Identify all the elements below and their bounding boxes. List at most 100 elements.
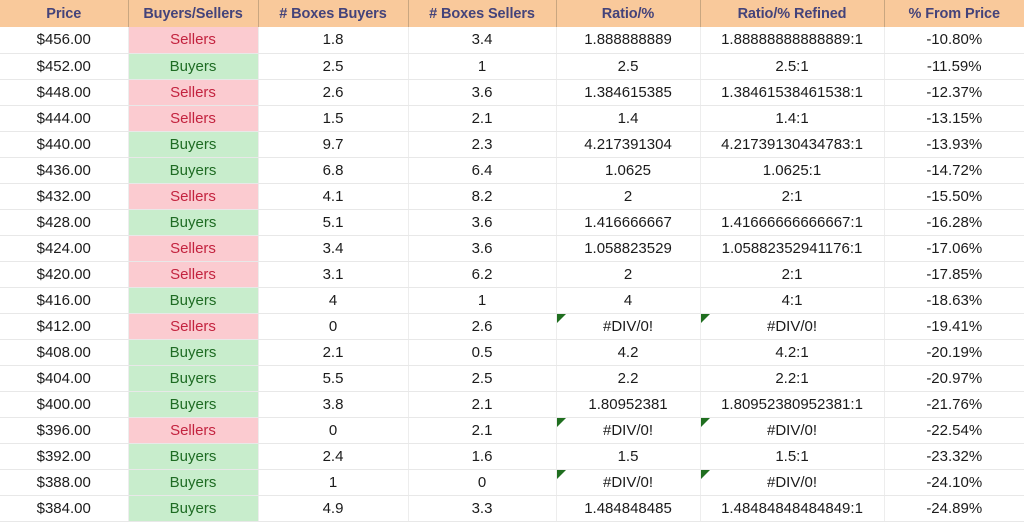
- cell-ratio[interactable]: 2: [556, 183, 701, 210]
- cell-boxes-buyers[interactable]: 5.1: [258, 209, 409, 236]
- cell-price[interactable]: $448.00: [0, 79, 129, 106]
- cell-ratio[interactable]: 2.2: [556, 365, 701, 392]
- cell-boxes-sellers[interactable]: 2.3: [408, 131, 557, 158]
- column-header-boxes-buyers[interactable]: # Boxes Buyers: [258, 0, 409, 27]
- cell-ratio[interactable]: 2.5: [556, 53, 701, 80]
- cell-percent-from-price[interactable]: -17.06%: [884, 235, 1024, 262]
- cell-boxes-sellers[interactable]: 0.5: [408, 339, 557, 366]
- cell-buyers-sellers[interactable]: Buyers: [128, 391, 259, 418]
- cell-ratio-refined[interactable]: 4:1: [700, 287, 885, 314]
- cell-boxes-buyers[interactable]: 1: [258, 469, 409, 496]
- cell-boxes-sellers[interactable]: 1: [408, 53, 557, 80]
- cell-ratio-refined[interactable]: 2:1: [700, 261, 885, 288]
- cell-price[interactable]: $440.00: [0, 131, 129, 158]
- cell-ratio-refined[interactable]: 4.21739130434783:1: [700, 131, 885, 158]
- cell-percent-from-price[interactable]: -22.54%: [884, 417, 1024, 444]
- cell-buyers-sellers[interactable]: Sellers: [128, 313, 259, 340]
- cell-boxes-sellers[interactable]: 6.4: [408, 157, 557, 184]
- cell-boxes-buyers[interactable]: 2.4: [258, 443, 409, 470]
- cell-ratio[interactable]: 1.5: [556, 443, 701, 470]
- cell-ratio-refined[interactable]: 2:1: [700, 183, 885, 210]
- cell-ratio[interactable]: 1.416666667: [556, 209, 701, 236]
- cell-ratio-refined[interactable]: 1.05882352941176:1: [700, 235, 885, 262]
- cell-price[interactable]: $400.00: [0, 391, 129, 418]
- cell-buyers-sellers[interactable]: Buyers: [128, 287, 259, 314]
- column-header-buyers-sellers[interactable]: Buyers/Sellers: [128, 0, 259, 27]
- cell-boxes-buyers[interactable]: 2.1: [258, 339, 409, 366]
- cell-boxes-buyers[interactable]: 0: [258, 417, 409, 444]
- cell-percent-from-price[interactable]: -20.97%: [884, 365, 1024, 392]
- cell-price[interactable]: $436.00: [0, 157, 129, 184]
- cell-buyers-sellers[interactable]: Buyers: [128, 131, 259, 158]
- cell-buyers-sellers[interactable]: Sellers: [128, 417, 259, 444]
- cell-boxes-buyers[interactable]: 3.8: [258, 391, 409, 418]
- cell-boxes-sellers[interactable]: 2.6: [408, 313, 557, 340]
- cell-boxes-sellers[interactable]: 6.2: [408, 261, 557, 288]
- column-header-ratio[interactable]: Ratio/%: [556, 0, 701, 27]
- cell-boxes-sellers[interactable]: 8.2: [408, 183, 557, 210]
- cell-ratio-refined[interactable]: #DIV/0!: [700, 469, 885, 496]
- column-header-ratio-refined[interactable]: Ratio/% Refined: [700, 0, 885, 27]
- cell-boxes-buyers[interactable]: 9.7: [258, 131, 409, 158]
- cell-boxes-buyers[interactable]: 4.1: [258, 183, 409, 210]
- cell-ratio-refined[interactable]: 1.0625:1: [700, 157, 885, 184]
- cell-price[interactable]: $432.00: [0, 183, 129, 210]
- cell-ratio-refined[interactable]: 2.2:1: [700, 365, 885, 392]
- cell-price[interactable]: $456.00: [0, 27, 129, 54]
- column-header-percent-from-price[interactable]: % From Price: [884, 0, 1024, 27]
- cell-buyers-sellers[interactable]: Sellers: [128, 79, 259, 106]
- cell-percent-from-price[interactable]: -24.10%: [884, 469, 1024, 496]
- cell-boxes-sellers[interactable]: 2.1: [408, 105, 557, 132]
- cell-percent-from-price[interactable]: -24.89%: [884, 495, 1024, 522]
- cell-buyers-sellers[interactable]: Buyers: [128, 443, 259, 470]
- cell-boxes-sellers[interactable]: 1.6: [408, 443, 557, 470]
- cell-ratio[interactable]: 2: [556, 261, 701, 288]
- cell-buyers-sellers[interactable]: Sellers: [128, 183, 259, 210]
- cell-buyers-sellers[interactable]: Sellers: [128, 27, 259, 54]
- cell-boxes-buyers[interactable]: 5.5: [258, 365, 409, 392]
- cell-percent-from-price[interactable]: -20.19%: [884, 339, 1024, 366]
- cell-price[interactable]: $408.00: [0, 339, 129, 366]
- cell-ratio[interactable]: 4.217391304: [556, 131, 701, 158]
- cell-ratio-refined[interactable]: 2.5:1: [700, 53, 885, 80]
- cell-buyers-sellers[interactable]: Buyers: [128, 209, 259, 236]
- cell-buyers-sellers[interactable]: Buyers: [128, 495, 259, 522]
- cell-percent-from-price[interactable]: -23.32%: [884, 443, 1024, 470]
- cell-price[interactable]: $412.00: [0, 313, 129, 340]
- cell-price[interactable]: $384.00: [0, 495, 129, 522]
- cell-ratio[interactable]: #DIV/0!: [556, 313, 701, 340]
- cell-buyers-sellers[interactable]: Sellers: [128, 235, 259, 262]
- cell-price[interactable]: $428.00: [0, 209, 129, 236]
- cell-buyers-sellers[interactable]: Buyers: [128, 469, 259, 496]
- cell-percent-from-price[interactable]: -19.41%: [884, 313, 1024, 340]
- cell-ratio-refined[interactable]: #DIV/0!: [700, 417, 885, 444]
- cell-boxes-buyers[interactable]: 4: [258, 287, 409, 314]
- cell-ratio-refined[interactable]: 1.88888888888889:1: [700, 27, 885, 54]
- cell-price[interactable]: $444.00: [0, 105, 129, 132]
- cell-price[interactable]: $452.00: [0, 53, 129, 80]
- column-header-price[interactable]: Price: [0, 0, 129, 27]
- cell-ratio-refined[interactable]: 1.48484848484849:1: [700, 495, 885, 522]
- cell-boxes-sellers[interactable]: 3.6: [408, 79, 557, 106]
- cell-percent-from-price[interactable]: -15.50%: [884, 183, 1024, 210]
- column-header-boxes-sellers[interactable]: # Boxes Sellers: [408, 0, 557, 27]
- cell-ratio-refined[interactable]: 1.38461538461538:1: [700, 79, 885, 106]
- cell-price[interactable]: $388.00: [0, 469, 129, 496]
- cell-boxes-sellers[interactable]: 2.1: [408, 391, 557, 418]
- cell-boxes-sellers[interactable]: 3.4: [408, 27, 557, 54]
- cell-ratio-refined[interactable]: 1.5:1: [700, 443, 885, 470]
- cell-boxes-sellers[interactable]: 2.1: [408, 417, 557, 444]
- cell-ratio-refined[interactable]: 1.80952380952381:1: [700, 391, 885, 418]
- cell-boxes-buyers[interactable]: 2.5: [258, 53, 409, 80]
- cell-percent-from-price[interactable]: -14.72%: [884, 157, 1024, 184]
- cell-percent-from-price[interactable]: -16.28%: [884, 209, 1024, 236]
- cell-ratio[interactable]: #DIV/0!: [556, 417, 701, 444]
- cell-buyers-sellers[interactable]: Buyers: [128, 157, 259, 184]
- cell-price[interactable]: $404.00: [0, 365, 129, 392]
- cell-ratio[interactable]: 1.80952381: [556, 391, 701, 418]
- cell-price[interactable]: $392.00: [0, 443, 129, 470]
- cell-percent-from-price[interactable]: -10.80%: [884, 27, 1024, 54]
- cell-ratio-refined[interactable]: 1.41666666666667:1: [700, 209, 885, 236]
- cell-boxes-sellers[interactable]: 3.3: [408, 495, 557, 522]
- cell-boxes-sellers[interactable]: 3.6: [408, 209, 557, 236]
